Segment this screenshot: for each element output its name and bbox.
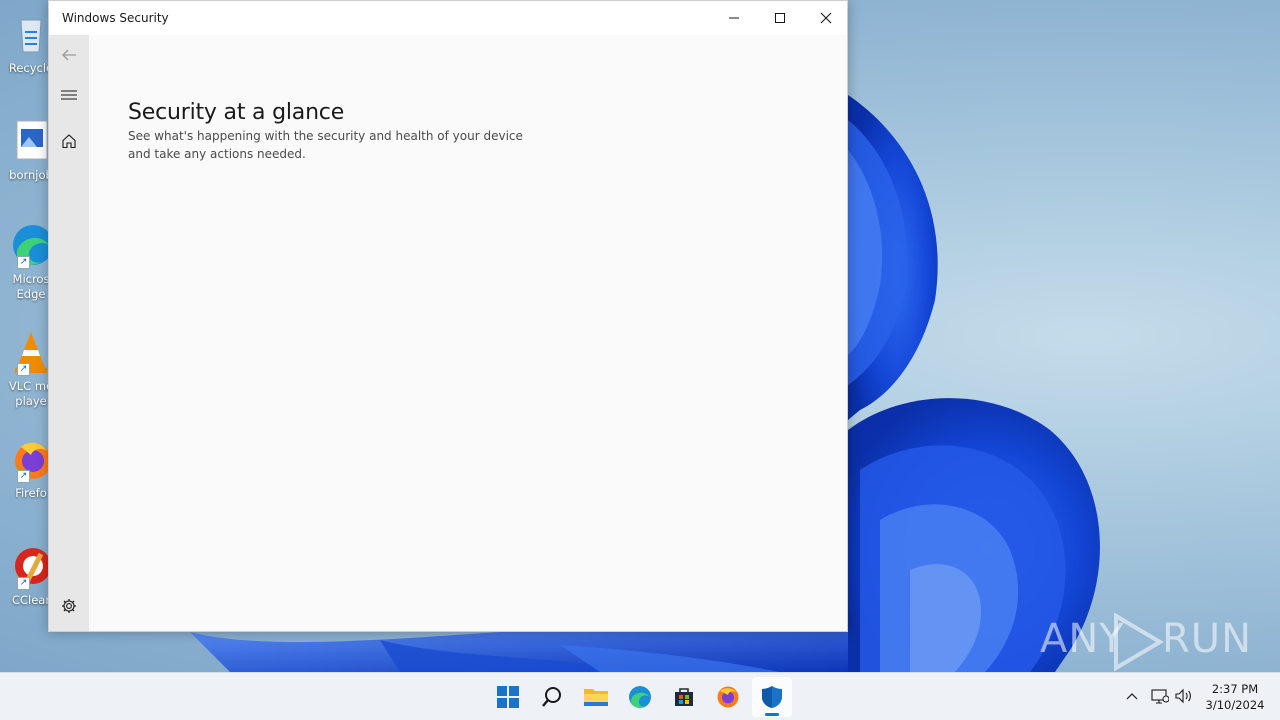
settings-button[interactable] bbox=[49, 586, 89, 626]
play-triangle-icon bbox=[1114, 612, 1164, 672]
clock-time: 2:37 PM bbox=[1211, 682, 1259, 696]
hamburger-menu-icon bbox=[61, 90, 77, 100]
minimize-icon bbox=[729, 17, 739, 19]
back-arrow-icon bbox=[62, 49, 76, 61]
gear-icon bbox=[62, 599, 76, 613]
network-icon bbox=[1151, 689, 1169, 704]
chevron-up-icon bbox=[1126, 693, 1138, 700]
page-description: See what's happening with the security a… bbox=[128, 129, 523, 161]
search-icon bbox=[542, 687, 561, 707]
show-hidden-icons-button[interactable] bbox=[1122, 686, 1142, 706]
minimize-button[interactable] bbox=[711, 1, 757, 35]
watermark-text-right: RUN bbox=[1162, 616, 1252, 662]
firefox-taskbar-button[interactable] bbox=[708, 677, 748, 717]
volume-button[interactable] bbox=[1174, 686, 1194, 706]
file-explorer-button[interactable] bbox=[576, 677, 616, 717]
network-button[interactable] bbox=[1150, 686, 1170, 706]
start-button[interactable] bbox=[488, 677, 528, 717]
windows-security-taskbar-button[interactable] bbox=[752, 677, 792, 717]
edge-taskbar-button[interactable] bbox=[620, 677, 660, 717]
window-title: Windows Security bbox=[62, 11, 169, 25]
back-button[interactable] bbox=[49, 35, 89, 75]
shortcut-arrow-icon: ↗ bbox=[17, 256, 30, 269]
menu-button[interactable] bbox=[49, 75, 89, 115]
home-icon bbox=[62, 134, 76, 149]
windows-security-icon bbox=[762, 686, 782, 708]
close-icon bbox=[820, 12, 832, 24]
firefox-icon bbox=[717, 686, 739, 708]
title-bar[interactable]: Windows Security bbox=[49, 1, 847, 35]
file-explorer-icon bbox=[584, 689, 608, 706]
shortcut-arrow-icon: ↗ bbox=[17, 363, 30, 376]
clock-date: 3/10/2024 bbox=[1205, 698, 1265, 712]
active-app-indicator bbox=[765, 713, 779, 716]
shortcut-arrow-icon: ↗ bbox=[17, 577, 30, 590]
store-icon bbox=[675, 688, 693, 706]
maximize-button[interactable] bbox=[757, 1, 803, 35]
desktop: Recycle bornjob ↗ Micros Edge ↗ VLC me p… bbox=[0, 0, 1280, 672]
speaker-icon bbox=[1175, 688, 1191, 704]
start-icon bbox=[497, 686, 519, 708]
anyrun-watermark: ANY RUN bbox=[1040, 608, 1251, 672]
search-button[interactable] bbox=[532, 677, 572, 717]
windows-security-window: Windows Security Security at a glance Se… bbox=[48, 0, 848, 632]
store-button[interactable] bbox=[664, 677, 704, 717]
navigation-rail bbox=[49, 35, 89, 631]
shortcut-arrow-icon: ↗ bbox=[17, 470, 30, 483]
clock[interactable]: 2:37 PM 3/10/2024 bbox=[1198, 681, 1272, 713]
maximize-icon bbox=[775, 13, 785, 23]
page-title: Security at a glance bbox=[128, 99, 345, 125]
close-button[interactable] bbox=[803, 1, 849, 35]
nav-item-home[interactable] bbox=[49, 121, 89, 161]
edge-icon bbox=[629, 686, 651, 708]
taskbar: 2:37 PM 3/10/2024 bbox=[0, 672, 1280, 720]
